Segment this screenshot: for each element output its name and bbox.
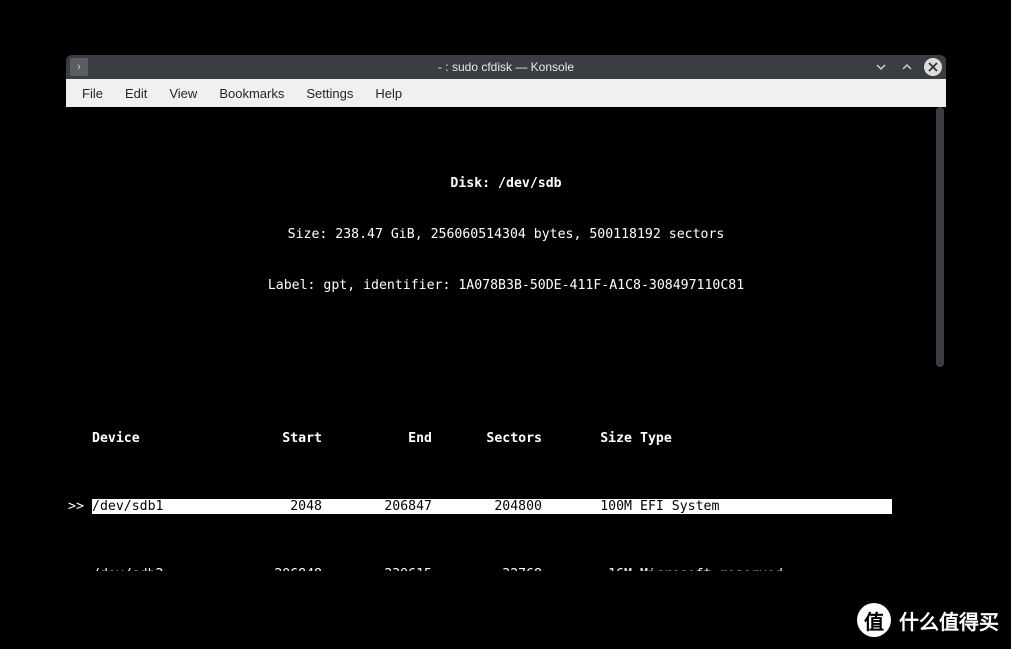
terminal[interactable]: Disk: /dev/sdb Size: 238.47 GiB, 2560605… <box>66 107 946 571</box>
menu-settings[interactable]: Settings <box>296 82 363 105</box>
table-header: DeviceStartEndSectorsSizeType <box>68 430 946 447</box>
maximize-button[interactable] <box>898 58 916 76</box>
col-type-header: Type <box>632 430 892 447</box>
cell-size: 100M <box>542 498 632 515</box>
menubar: File Edit View Bookmarks Settings Help <box>66 79 946 107</box>
window-title: - : sudo cfdisk — Konsole <box>66 60 946 74</box>
col-sectors-header: Sectors <box>432 430 542 447</box>
col-device-header: Device <box>92 430 202 447</box>
terminal-scrollbar[interactable] <box>936 107 944 571</box>
cell-start: 2048 <box>202 498 322 515</box>
menu-file[interactable]: File <box>72 82 113 105</box>
row-marker: >> <box>68 498 92 515</box>
cell-type: Microsoft reserved <box>632 566 892 571</box>
menu-help[interactable]: Help <box>365 82 412 105</box>
cell-size: 16M <box>542 566 632 571</box>
menu-bookmarks[interactable]: Bookmarks <box>209 82 294 105</box>
watermark-badge: 值 什么值得买 <box>857 603 999 637</box>
konsole-window: › - : sudo cfdisk — Konsole File Edit Vi… <box>66 55 946 571</box>
cell-type: EFI System <box>632 498 892 515</box>
col-start-header: Start <box>202 430 322 447</box>
watermark-icon: 值 <box>857 603 891 637</box>
watermark-text: 什么值得买 <box>899 606 999 635</box>
menu-edit[interactable]: Edit <box>115 82 157 105</box>
cell-sectors: 204800 <box>432 498 542 515</box>
cell-start: 206848 <box>202 566 322 571</box>
disk-size-line: Size: 238.47 GiB, 256060514304 bytes, 50… <box>66 226 946 243</box>
disk-label-line: Label: gpt, identifier: 1A078B3B-50DE-41… <box>66 277 946 294</box>
minimize-button[interactable] <box>872 58 890 76</box>
cell-end: 206847 <box>322 498 432 515</box>
menu-view[interactable]: View <box>159 82 207 105</box>
col-end-header: End <box>322 430 432 447</box>
partition-row[interactable]: >>/dev/sdb12048206847204800100MEFI Syste… <box>68 498 946 515</box>
prompt-icon: › <box>70 58 88 76</box>
scrollbar-thumb[interactable] <box>936 107 944 367</box>
close-button[interactable] <box>924 58 942 76</box>
partition-row[interactable]: /dev/sdb22068482396153276816MMicrosoft r… <box>68 566 946 571</box>
titlebar[interactable]: › - : sudo cfdisk — Konsole <box>66 55 946 79</box>
cell-sectors: 32768 <box>432 566 542 571</box>
cell-device: /dev/sdb2 <box>92 566 202 571</box>
window-controls <box>872 55 942 79</box>
cell-end: 239615 <box>322 566 432 571</box>
cell-device: /dev/sdb1 <box>92 498 202 515</box>
disk-header: Disk: /dev/sdb <box>66 175 946 192</box>
col-size-header: Size <box>542 430 632 447</box>
